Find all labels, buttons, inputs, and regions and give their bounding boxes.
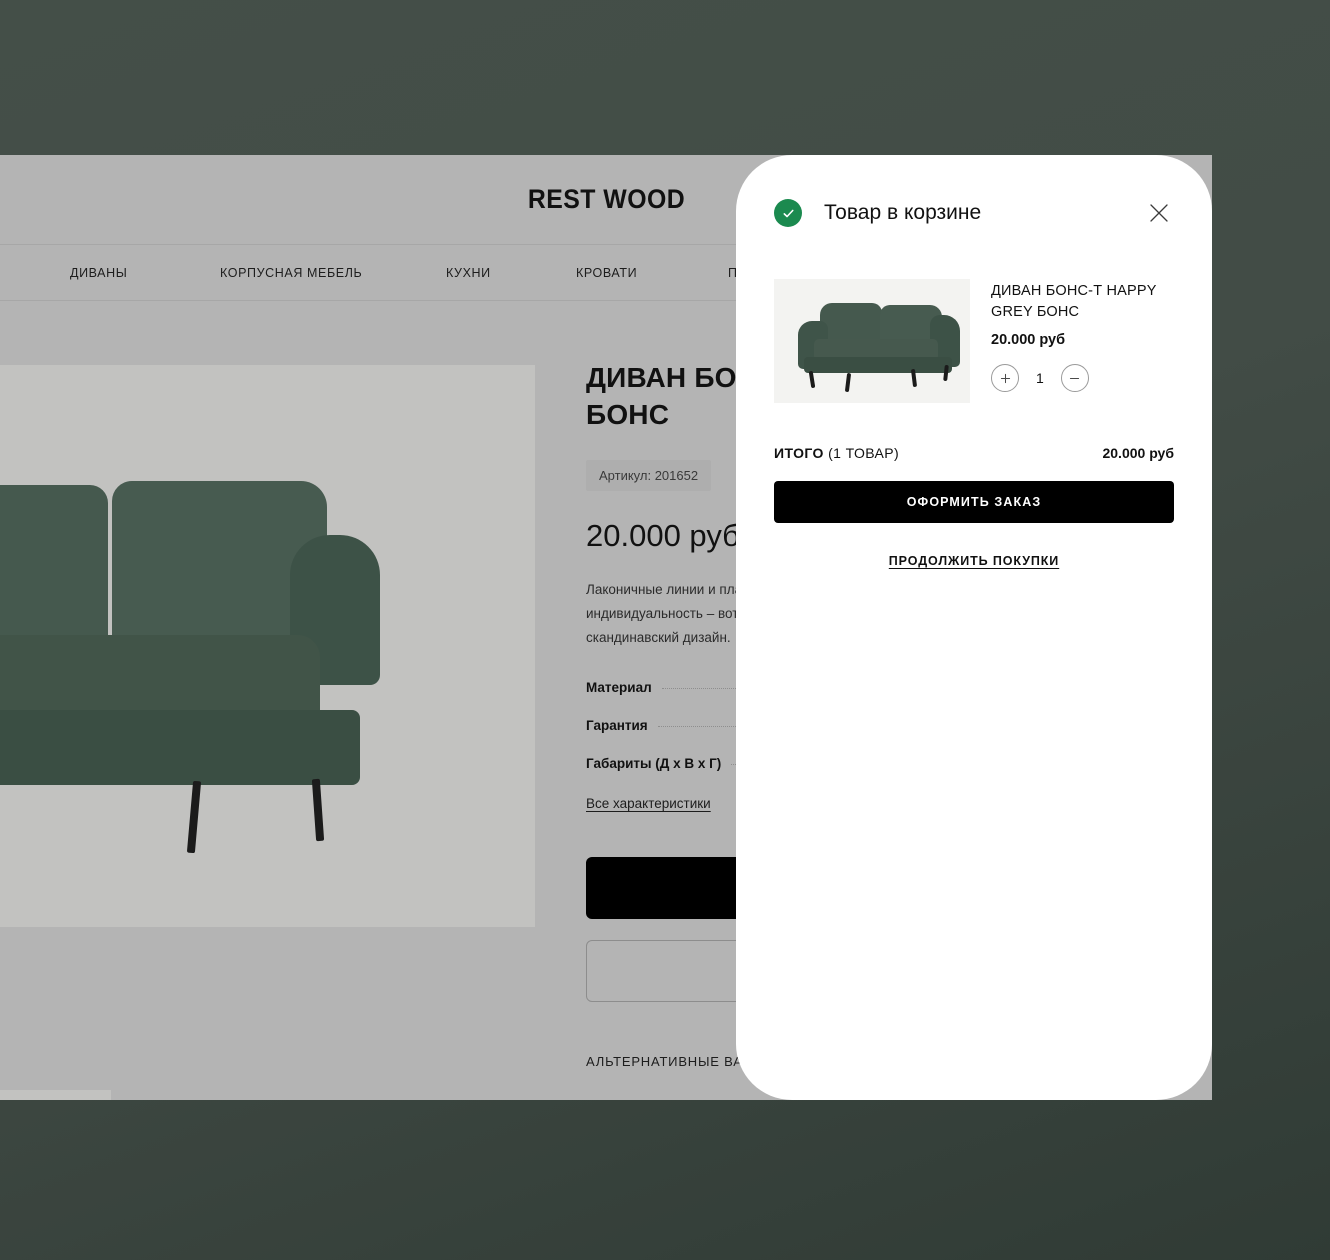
spec-label: Гарантия xyxy=(586,717,648,733)
all-specifications-link[interactable]: Все характеристики xyxy=(586,796,711,811)
sofa-cart-illustration xyxy=(792,303,960,393)
quantity-value: 1 xyxy=(1036,370,1044,387)
cart-item-price: 20.000 руб xyxy=(991,332,1066,349)
spec-label: Габариты (Д x В x Г) xyxy=(586,755,722,771)
cart-line-item: ДИВАН БОНС-Т HAPPY GREY БОНС 20.000 руб … xyxy=(774,279,1174,403)
cart-total-value: 20.000 руб xyxy=(1102,445,1174,461)
product-image-main[interactable] xyxy=(0,365,535,927)
continue-shopping-link[interactable]: ПРОДОЛЖИТЬ ПОКУПКИ xyxy=(774,554,1174,568)
quantity-stepper: 1 xyxy=(991,364,1174,393)
check-circle-icon xyxy=(774,199,802,227)
cart-total-label-text: ИТОГО xyxy=(774,445,824,461)
cart-item-name: ДИВАН БОНС-Т HAPPY GREY БОНС xyxy=(991,283,1157,320)
minus-icon[interactable] xyxy=(1060,364,1089,393)
plus-icon[interactable] xyxy=(991,364,1019,393)
spec-label: Материал xyxy=(586,679,652,695)
cart-header: Товар в корзине xyxy=(774,193,1174,233)
sofa-illustration xyxy=(0,481,450,854)
nav-item-kuhni[interactable]: КУХНИ xyxy=(446,266,491,280)
nav-item-krovati[interactable]: КРОВАТИ xyxy=(576,266,637,280)
cart-item-details: ДИВАН БОНС-Т HAPPY GREY БОНС 20.000 руб … xyxy=(991,279,1174,403)
close-icon[interactable] xyxy=(1144,198,1174,228)
cart-total-count: (1 ТОВАР) xyxy=(828,445,900,461)
product-sku-badge: Артикул: 201652 xyxy=(586,459,712,491)
cart-drawer-panel: Товар в корзине ДИВАН БОНС-Т HAPPY GREY … xyxy=(736,155,1212,1100)
brand-logo[interactable]: REST WOOD xyxy=(527,184,684,215)
cart-title: Товар в корзине xyxy=(824,201,982,224)
cart-drawer-content: Товар в корзине ДИВАН БОНС-Т HAPPY GREY … xyxy=(736,155,1212,1100)
nav-item-divany[interactable]: ДИВАНЫ xyxy=(70,266,127,280)
nav-item-korpusnaya[interactable]: КОРПУСНАЯ МЕБЕЛЬ xyxy=(220,266,362,280)
cart-total-row: ИТОГО (1 ТОВАР) 20.000 руб xyxy=(774,445,1174,461)
cart-total-label: ИТОГО (1 ТОВАР) xyxy=(774,445,899,461)
checkout-button[interactable]: ОФОРМИТЬ ЗАКАЗ xyxy=(774,481,1174,523)
product-image-thumbnail[interactable] xyxy=(0,1090,111,1100)
screen: REST WOOD ДИВАНЫ КОРПУСНАЯ МЕБЕЛЬ КУХНИ … xyxy=(0,0,1330,1260)
cart-item-thumbnail[interactable] xyxy=(774,279,970,403)
